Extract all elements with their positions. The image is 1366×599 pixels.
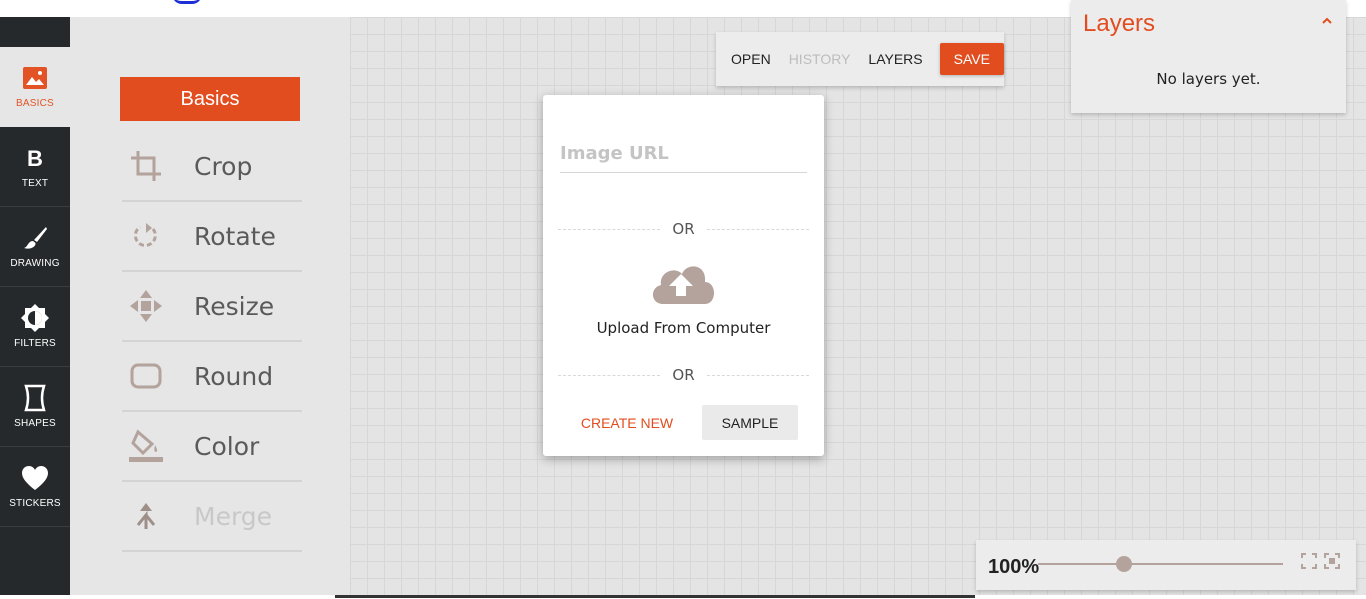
fit-screen-icon[interactable] xyxy=(1301,553,1317,569)
layers-panel-title: Layers xyxy=(1083,10,1156,37)
upload-from-computer-link[interactable]: Upload From Computer xyxy=(543,319,824,337)
tool-crop[interactable]: Crop xyxy=(122,132,302,202)
brush-icon xyxy=(22,224,48,252)
open-button[interactable]: OPEN xyxy=(731,51,771,67)
or-text: OR xyxy=(672,366,695,384)
tool-label: Crop xyxy=(194,151,253,181)
tool-merge[interactable]: Merge xyxy=(122,482,302,552)
nav-item-label: FILTERS xyxy=(14,338,56,349)
nav-item-stickers[interactable]: STICKERS xyxy=(0,447,70,527)
logo-swoosh xyxy=(172,0,202,4)
paint-bucket-icon xyxy=(124,428,168,464)
tool-label: Rotate xyxy=(194,221,276,251)
bold-icon: B xyxy=(26,144,44,172)
heart-icon xyxy=(21,464,49,492)
zoom-level: 100% xyxy=(988,556,1040,578)
or-divider: OR xyxy=(558,219,810,239)
nav-item-text[interactable]: B TEXT xyxy=(0,127,70,207)
round-corners-icon xyxy=(124,362,168,390)
zoom-control: 100% xyxy=(976,540,1356,590)
tool-label: Merge xyxy=(194,501,273,531)
image-url-input[interactable] xyxy=(560,135,807,173)
tool-resize[interactable]: Resize xyxy=(122,272,302,342)
tool-label: Color xyxy=(194,431,260,461)
cloud-upload-icon[interactable] xyxy=(649,260,717,304)
shape-icon xyxy=(23,384,47,412)
nav-item-basics[interactable]: BASICS xyxy=(0,47,70,127)
nav-item-label: BASICS xyxy=(16,98,54,109)
image-icon xyxy=(23,64,47,92)
save-button[interactable]: SAVE xyxy=(939,43,1004,75)
crop-icon xyxy=(124,149,168,183)
layers-empty-text: No layers yet. xyxy=(1156,70,1261,88)
tool-color[interactable]: Color xyxy=(122,412,302,482)
nav-item-label: SHAPES xyxy=(14,418,56,429)
rotate-icon xyxy=(124,221,168,251)
nav-item-shapes[interactable]: SHAPES xyxy=(0,367,70,447)
nav-item-drawing[interactable]: DRAWING xyxy=(0,207,70,287)
history-button[interactable]: HISTORY xyxy=(789,51,851,67)
tools-panel-title: Basics xyxy=(120,77,300,121)
nav-item-label: DRAWING xyxy=(10,258,60,269)
tool-round[interactable]: Round xyxy=(122,342,302,412)
bottom-border xyxy=(0,595,1366,599)
zoom-slider-track[interactable] xyxy=(1038,563,1283,565)
layers-panel: Layers No layers yet. xyxy=(1071,0,1346,113)
left-nav-cap xyxy=(0,17,70,47)
nav-item-label: STICKERS xyxy=(9,498,61,509)
top-toolbar: OPEN HISTORY LAYERS SAVE xyxy=(716,32,1004,86)
layers-button[interactable]: LAYERS xyxy=(868,51,922,67)
nav-item-filters[interactable]: FILTERS xyxy=(0,287,70,367)
or-divider: OR xyxy=(558,365,810,385)
resize-icon xyxy=(124,289,168,323)
create-new-button[interactable]: CREATE NEW xyxy=(573,405,681,440)
tools-panel: Basics Crop Rotate Resize Round Color Me… xyxy=(70,17,350,595)
fullscreen-icon[interactable] xyxy=(1324,553,1340,569)
svg-text:B: B xyxy=(27,147,43,169)
open-image-dialog: OR Upload From Computer OR CREATE NEW SA… xyxy=(543,95,824,456)
merge-icon xyxy=(124,501,168,531)
zoom-slider-thumb[interactable] xyxy=(1115,556,1132,572)
collapse-chevron-icon[interactable] xyxy=(1322,10,1332,29)
or-text: OR xyxy=(672,220,695,238)
nav-item-label: TEXT xyxy=(21,178,49,189)
left-nav: BASICS B TEXT DRAWING FILTERS SHAPES STI… xyxy=(0,17,70,595)
sample-button[interactable]: SAMPLE xyxy=(702,405,798,440)
tool-label: Resize xyxy=(194,291,275,321)
brightness-icon xyxy=(20,304,50,332)
tool-rotate[interactable]: Rotate xyxy=(122,202,302,272)
tool-label: Round xyxy=(194,361,274,391)
